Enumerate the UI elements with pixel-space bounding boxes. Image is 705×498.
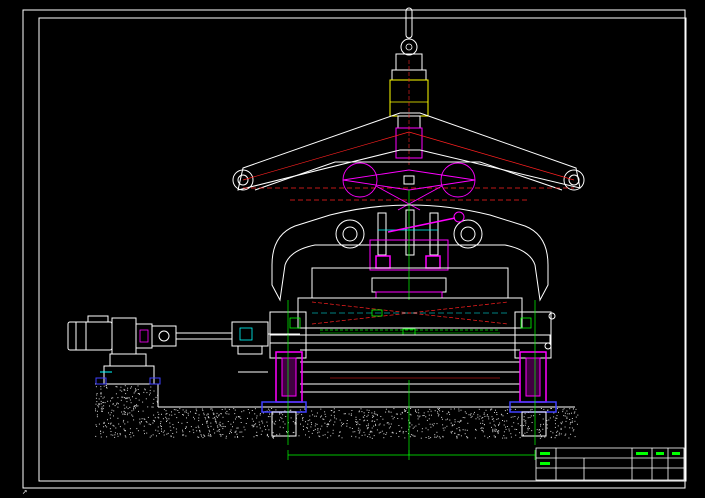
motor-accents	[95, 327, 253, 385]
lifting-hook	[389, 7, 429, 185]
title-block-marks	[540, 452, 680, 465]
roller-table	[269, 334, 551, 393]
lever-arms	[232, 112, 585, 191]
drive-motor	[67, 315, 300, 385]
left-column	[261, 300, 307, 445]
jaw-body	[271, 204, 549, 302]
inner-frame	[38, 17, 687, 482]
outer-frame	[22, 9, 686, 489]
cad-drawing	[22, 7, 687, 489]
ucs-axis-icon: ↗	[22, 487, 28, 497]
ground-hatch	[95, 385, 579, 439]
